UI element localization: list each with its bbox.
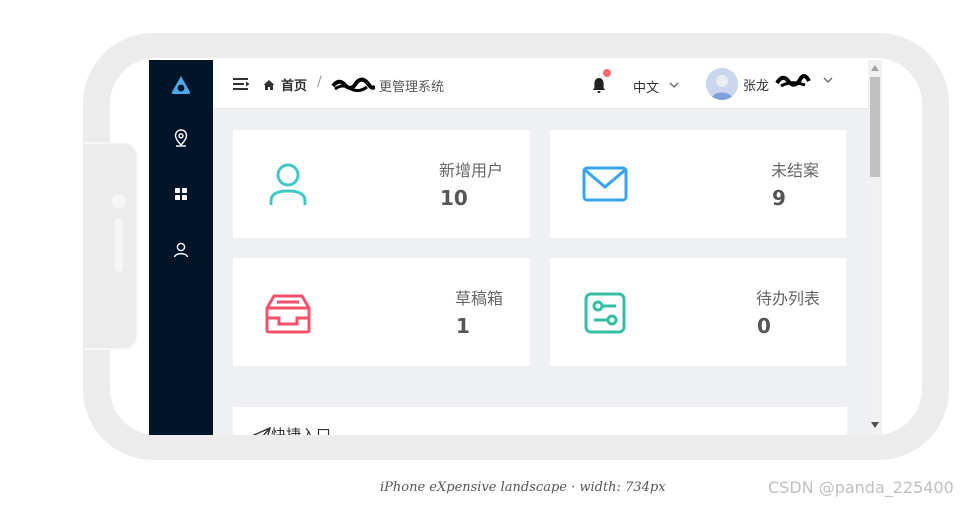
stat-card-open-cases[interactable]: 未结案 9 bbox=[550, 130, 846, 238]
stat-card-todo[interactable]: 待办列表 0 bbox=[550, 258, 846, 366]
stat-card-new-users[interactable]: 新增用户 10 bbox=[233, 130, 530, 238]
breadcrumb-separator: / bbox=[317, 74, 322, 90]
chevron-down-icon[interactable] bbox=[823, 76, 833, 84]
card-title: 未结案 bbox=[771, 161, 820, 180]
top-navbar: 首页 / 更管理系统 中文 张龙 bbox=[213, 60, 868, 109]
redaction-scribble bbox=[775, 74, 811, 88]
breadcrumb-home[interactable]: 首页 bbox=[281, 75, 307, 94]
notification-badge bbox=[603, 69, 611, 77]
stage: 首页 / 更管理系统 中文 张龙 新增用户 10 未结案 9 草稿箱 1 待办列… bbox=[0, 0, 973, 506]
scrollbar-thumb[interactable] bbox=[870, 77, 880, 177]
chevron-down-icon[interactable] bbox=[669, 81, 679, 89]
phone-side-button bbox=[84, 142, 138, 350]
phone-camera bbox=[112, 194, 126, 208]
home-icon bbox=[263, 80, 275, 90]
bell-icon[interactable] bbox=[591, 76, 607, 94]
sidebar bbox=[149, 60, 213, 435]
redaction-scribble bbox=[331, 77, 375, 93]
user-name[interactable]: 张龙 bbox=[743, 75, 769, 94]
vertical-scrollbar[interactable] bbox=[868, 60, 882, 435]
card-title: 新增用户 bbox=[439, 161, 504, 180]
location-icon[interactable] bbox=[171, 128, 191, 148]
card-value: 0 bbox=[757, 314, 771, 338]
hamburger-icon[interactable] bbox=[233, 76, 250, 92]
language-selector[interactable]: 中文 bbox=[633, 77, 659, 96]
scroll-down-arrow-icon[interactable] bbox=[871, 422, 879, 428]
scroll-up-arrow-icon[interactable] bbox=[871, 65, 879, 71]
user-icon[interactable] bbox=[171, 240, 191, 260]
grid-icon[interactable] bbox=[171, 184, 191, 204]
todo-icon bbox=[584, 292, 626, 334]
user-icon bbox=[269, 163, 307, 205]
device-caption: iPhone eXpensive landscape · width: 734p… bbox=[380, 480, 666, 495]
send-icon bbox=[253, 427, 271, 435]
card-title: 草稿箱 bbox=[455, 289, 504, 308]
logo-icon[interactable] bbox=[169, 73, 193, 97]
card-value: 10 bbox=[440, 186, 468, 210]
card-value: 9 bbox=[772, 186, 786, 210]
phone-speaker bbox=[115, 218, 123, 272]
card-value: 1 bbox=[456, 314, 470, 338]
inbox-icon bbox=[265, 294, 311, 334]
avatar[interactable] bbox=[706, 68, 738, 100]
quick-entry-panel: 快捷入口 bbox=[233, 407, 847, 435]
quick-entry-title: 快捷入口 bbox=[271, 426, 332, 435]
card-title: 待办列表 bbox=[756, 289, 821, 308]
avatar-person-icon bbox=[706, 68, 738, 100]
breadcrumb-current: 更管理系统 bbox=[379, 80, 445, 95]
mail-icon bbox=[582, 166, 628, 202]
app-screen: 首页 / 更管理系统 中文 张龙 新增用户 10 未结案 9 草稿箱 1 待办列… bbox=[149, 60, 882, 435]
stat-card-drafts[interactable]: 草稿箱 1 bbox=[233, 258, 530, 366]
watermark: CSDN @panda_225400 bbox=[768, 478, 954, 497]
